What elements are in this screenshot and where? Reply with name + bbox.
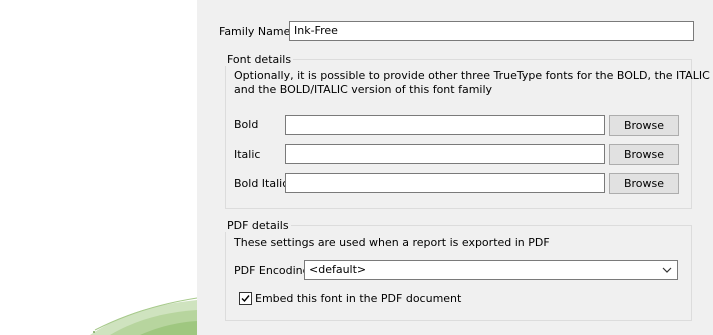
font-properties-panel: Family Name Ink-Free Font details Option… (197, 0, 713, 335)
pdf-encoding-label: PDF Encoding (234, 264, 310, 277)
pdf-details-legend: PDF details (225, 219, 291, 232)
bold-italic-font-input[interactable] (285, 173, 605, 193)
family-name-input[interactable]: Ink-Free (289, 21, 694, 41)
pdf-encoding-value: <default> (309, 263, 367, 276)
bold-italic-label: Bold Italic (234, 177, 289, 190)
font-details-description-line1: Optionally, it is possible to provide ot… (234, 69, 710, 82)
bold-browse-button[interactable]: Browse (609, 115, 679, 136)
font-details-legend: Font details (225, 53, 294, 66)
italic-browse-button[interactable]: Browse (609, 144, 679, 165)
chevron-down-icon (662, 267, 672, 273)
bold-label: Bold (234, 118, 259, 131)
family-name-label: Family Name (219, 25, 291, 38)
italic-font-input[interactable] (285, 144, 605, 164)
pdf-encoding-select[interactable]: <default> (304, 260, 678, 280)
bold-font-input[interactable] (285, 115, 605, 135)
embed-font-checkbox[interactable] (239, 292, 252, 305)
font-details-description-line2: and the BOLD/ITALIC version of this font… (234, 83, 493, 96)
pdf-details-description: These settings are used when a report is… (234, 236, 550, 249)
checkmark-icon (241, 295, 250, 303)
embed-font-label[interactable]: Embed this font in the PDF document (255, 292, 461, 305)
wizard-side-image (0, 0, 197, 335)
bold-italic-browse-button[interactable]: Browse (609, 173, 679, 194)
italic-label: Italic (234, 148, 261, 161)
leaf-decoration-icon (90, 297, 197, 335)
